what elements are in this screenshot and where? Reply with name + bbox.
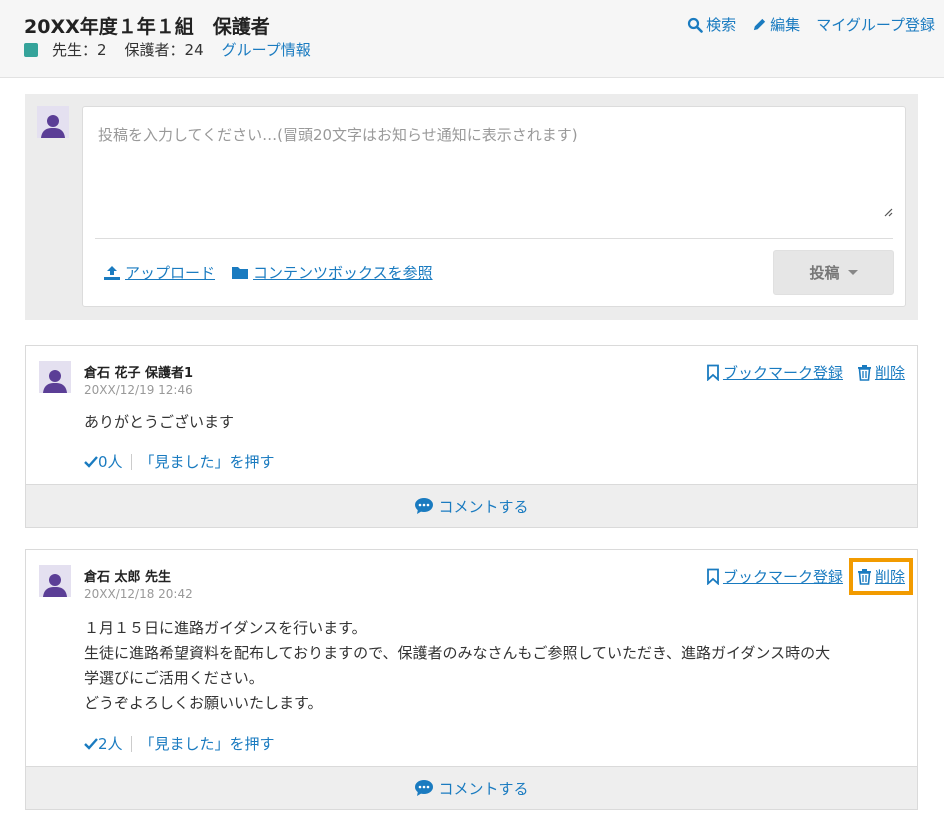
comment-button[interactable]: コメントする <box>26 484 917 527</box>
post-author: 倉石 花子 保護者1 <box>84 366 194 381</box>
seen-button[interactable]: 「見ました」を押す <box>140 733 275 754</box>
composer-divider <box>95 238 893 239</box>
group-header: 20XX年度１年１組 保護者 先生：2 保護者：24 グループ情報 検索 編集 … <box>0 0 944 78</box>
folder-icon <box>232 267 249 279</box>
comment-label: コメントする <box>438 497 529 516</box>
post-actions: ブックマーク登録 削除 <box>692 558 914 595</box>
post-body-line: １月１５日に進路ガイダンスを行います。 <box>84 619 367 637</box>
edit-label: 編集 <box>770 16 801 34</box>
header-actions: 検索 編集 マイグループ登録 <box>671 14 935 35</box>
content-box-link[interactable]: コンテンツボックスを参照 <box>231 262 433 283</box>
post-timestamp: 20XX/12/19 12:46 <box>84 383 193 397</box>
avatar <box>39 565 71 597</box>
user-icon <box>41 115 65 138</box>
post-submit-label: 投稿 <box>809 264 840 282</box>
divider <box>130 453 132 470</box>
divider <box>130 735 132 752</box>
content-box-label: コンテンツボックスを参照 <box>253 264 433 282</box>
delete-label: 削除 <box>874 364 905 382</box>
check-icon <box>84 455 98 468</box>
upload-label: アップロード <box>125 264 216 282</box>
post-item: 倉石 太郎 先生 20XX/12/18 20:42 ブックマーク登録 削除 １月… <box>25 549 918 810</box>
edit-button[interactable]: 編集 <box>752 14 800 35</box>
comment-button[interactable]: コメントする <box>26 766 917 809</box>
parent-count: 保護者：24 <box>124 41 204 59</box>
bookmark-label: ブックマーク登録 <box>722 364 843 382</box>
speech-bubble-icon <box>415 498 434 514</box>
delete-button[interactable]: 削除 <box>848 558 914 595</box>
post-body-line: 生徒に進路希望資料を配布しておりますので、保護者のみなさんもご参照していただき、… <box>84 644 831 662</box>
post-body-line: どうぞよろしくお願いいたします。 <box>84 694 323 712</box>
seen-count[interactable]: 0人 <box>84 451 123 472</box>
post-body: ありがとうございます <box>84 410 234 435</box>
post-composer: アップロード コンテンツボックスを参照 投稿 <box>25 94 918 320</box>
post-body-line: 学選びにご活用ください。 <box>84 669 264 687</box>
register-group-button[interactable]: マイグループ登録 <box>816 14 935 35</box>
seen-count[interactable]: 2人 <box>84 733 123 754</box>
seen-count-label: 2人 <box>98 735 123 753</box>
post-item: 倉石 花子 保護者1 20XX/12/19 12:46 ブックマーク登録 削除 … <box>25 345 918 528</box>
post-author: 倉石 太郎 先生 <box>84 570 172 585</box>
comment-label: コメントする <box>438 779 529 798</box>
search-button[interactable]: 検索 <box>687 14 736 35</box>
delete-button[interactable]: 削除 <box>857 362 905 383</box>
delete-label: 削除 <box>874 568 905 586</box>
bookmark-button[interactable]: ブックマーク登録 <box>706 362 843 383</box>
user-icon <box>43 574 67 597</box>
pencil-icon <box>754 18 766 31</box>
post-submit-button[interactable]: 投稿 <box>773 250 894 295</box>
post-body: １月１５日に進路ガイダンスを行います。 生徒に進路希望資料を配布しておりますので… <box>84 616 830 716</box>
upload-link[interactable]: アップロード <box>103 262 215 283</box>
post-actions: ブックマーク登録 削除 <box>692 362 905 383</box>
group-meta: 先生：2 保護者：24 グループ情報 <box>24 39 311 60</box>
bookmark-label: ブックマーク登録 <box>722 568 843 586</box>
post-input[interactable] <box>84 108 898 233</box>
post-reactions: 2人 「見ました」を押す <box>84 733 275 754</box>
group-color-swatch <box>24 42 38 57</box>
teacher-count: 先生：2 <box>52 41 107 59</box>
group-info-link[interactable]: グループ情報 <box>222 39 311 60</box>
composer-box: アップロード コンテンツボックスを参照 投稿 <box>82 106 906 307</box>
seen-button[interactable]: 「見ました」を押す <box>140 451 275 472</box>
user-icon <box>43 370 67 393</box>
composer-links: アップロード コンテンツボックスを参照 <box>103 262 449 283</box>
post-body-line: ありがとうございます <box>84 413 235 431</box>
upload-icon <box>104 265 120 280</box>
search-icon <box>688 17 703 33</box>
check-icon <box>84 737 98 750</box>
resize-handle-icon[interactable] <box>883 207 893 217</box>
post-timestamp: 20XX/12/18 20:42 <box>84 587 193 601</box>
bookmark-icon <box>707 364 719 381</box>
post-reactions: 0人 「見ました」を押す <box>84 451 275 472</box>
seen-count-label: 0人 <box>98 453 123 471</box>
avatar <box>37 106 69 138</box>
caret-down-icon <box>847 270 858 275</box>
trash-icon <box>857 569 871 585</box>
bookmark-icon <box>707 568 719 585</box>
trash-icon <box>857 365 871 381</box>
page-title: 20XX年度１年１組 保護者 <box>24 16 270 38</box>
search-label: 検索 <box>706 16 737 34</box>
bookmark-button[interactable]: ブックマーク登録 <box>706 566 843 587</box>
speech-bubble-icon <box>415 780 434 796</box>
avatar <box>39 361 71 393</box>
